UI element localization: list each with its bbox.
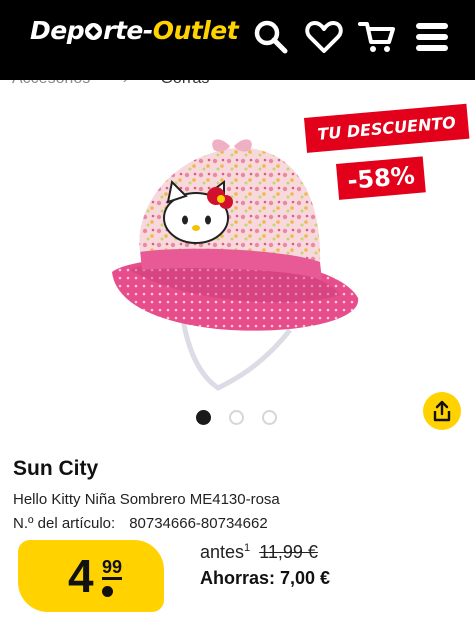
gallery-dot-2[interactable] — [229, 410, 244, 425]
price-dot — [102, 586, 113, 597]
old-price: 11,99 € — [259, 542, 318, 562]
discount-badge-percent: -58% — [336, 156, 427, 200]
price-integer: 4 — [68, 550, 94, 602]
logo-text-part3: Outlet — [152, 16, 239, 45]
old-price-footnote[interactable]: 1 — [244, 542, 250, 554]
current-price: 4 99 — [18, 540, 164, 612]
logo-text-part2: rte- — [103, 16, 153, 45]
site-logo-overlay: Dep rte-Outlet — [30, 16, 239, 45]
product-brand[interactable]: Sun City — [13, 457, 98, 481]
discount-badge-label: TU DESCUENTO — [304, 103, 470, 153]
soccer-ball-icon — [85, 23, 103, 40]
menu-icon[interactable] — [413, 18, 451, 56]
article-number-row: N.º del artículo: 80734666-80734662 — [13, 515, 268, 532]
old-price-label: antes — [200, 542, 245, 562]
gallery-dot-1[interactable] — [196, 410, 211, 425]
share-button[interactable] — [423, 392, 461, 430]
share-icon — [433, 400, 451, 422]
product-name: Hello Kitty Niña Sombrero ME4130-rosa — [13, 491, 280, 508]
gallery-dot-3[interactable] — [262, 410, 277, 425]
savings-amount: Ahorras: 7,00 € — [200, 568, 331, 588]
article-number-label: N.º del artículo: — [13, 515, 116, 532]
old-price-row: antes1 11,99 € — [200, 542, 318, 563]
discount-badge: TU DESCUENTO -58% — [304, 103, 470, 214]
search-icon[interactable] — [252, 18, 290, 56]
article-number-value: 80734666-80734662 — [129, 515, 268, 532]
heart-icon[interactable] — [305, 18, 343, 56]
logo-text-part1: Dep — [30, 16, 85, 45]
cart-icon[interactable] — [358, 18, 396, 56]
price-decimals: 99 — [102, 557, 123, 580]
